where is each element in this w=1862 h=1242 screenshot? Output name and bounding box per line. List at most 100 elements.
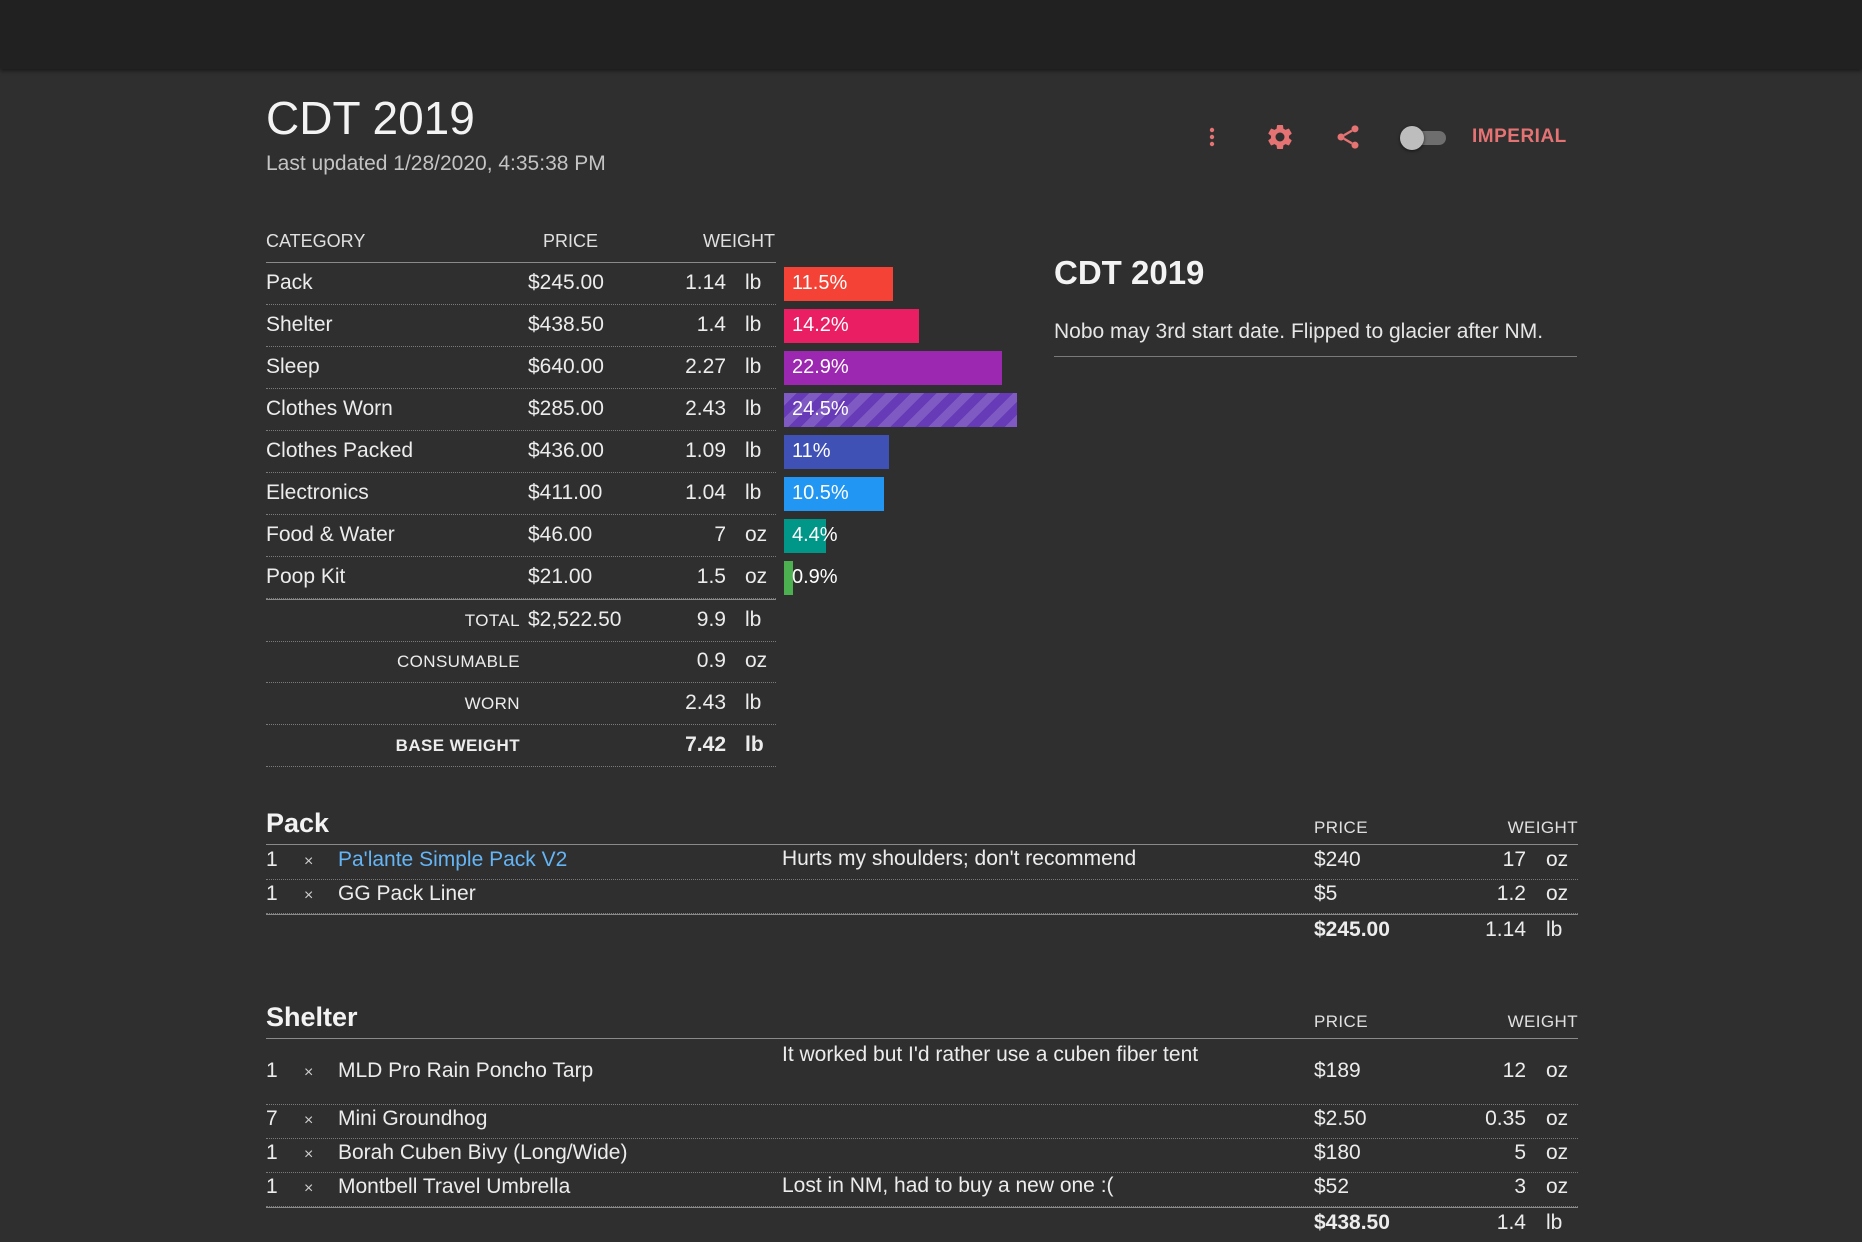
- item-weight[interactable]: 5: [1514, 1141, 1526, 1165]
- item-price[interactable]: $52: [1314, 1175, 1349, 1199]
- weight-column-header: WEIGHT: [1507, 818, 1578, 837]
- item-note[interactable]: Lost in NM, had to buy a new one :(: [782, 1170, 1212, 1202]
- total-unit: lb: [745, 733, 764, 756]
- item-row[interactable]: 1 × Borah Cuben Bivy (Long/Wide) $180 5 oz: [266, 1139, 1578, 1173]
- item-unit[interactable]: oz: [1546, 848, 1568, 872]
- summary-total-row: TOTAL $2,522.50 9.9 lb: [266, 599, 776, 642]
- item-row[interactable]: 1 × GG Pack Liner $5 1.2 oz: [266, 880, 1578, 914]
- section-total-weight: 1.4: [1496, 1211, 1526, 1234]
- price-column-header: PRICE: [1314, 1012, 1368, 1031]
- item-row[interactable]: 1 × MLD Pro Rain Poncho Tarp It worked but …: [266, 1040, 1578, 1105]
- category-weight: 1.4: [696, 313, 726, 336]
- section-title[interactable]: Shelter: [266, 1002, 358, 1033]
- share-button[interactable]: [1326, 115, 1370, 159]
- item-quantity[interactable]: 1: [266, 1141, 278, 1165]
- percent-label: 14.2%: [792, 314, 849, 336]
- item-price[interactable]: $189: [1314, 1059, 1361, 1083]
- multiply-icon: ×: [304, 1064, 314, 1081]
- percent-label: 4.4%: [792, 524, 838, 546]
- item-unit[interactable]: oz: [1546, 1107, 1568, 1131]
- section-header: Shelter PRICE WEIGHT: [266, 998, 1578, 1039]
- item-weight[interactable]: 3: [1514, 1175, 1526, 1199]
- last-updated: Last updated 1/28/2020, 4:35:38 PM: [266, 152, 606, 175]
- price-column-header: PRICE: [1314, 818, 1368, 837]
- item-quantity[interactable]: 1: [266, 1059, 278, 1083]
- category-name: Shelter: [266, 313, 333, 336]
- units-toggle[interactable]: [1400, 126, 1448, 150]
- total-weight: 7.42: [685, 733, 726, 756]
- summary-row[interactable]: Clothes Worn $285.00 2.43 lb 24.5%: [266, 389, 1017, 431]
- category-weight: 7: [714, 523, 726, 546]
- section-header: Pack PRICE WEIGHT: [266, 804, 1578, 845]
- item-price[interactable]: $240: [1314, 848, 1361, 872]
- item-quantity[interactable]: 1: [266, 1175, 278, 1199]
- item-weight[interactable]: 1.2: [1497, 882, 1526, 906]
- summary-row[interactable]: Electronics $411.00 1.04 lb 10.5%: [266, 473, 884, 515]
- category-name: Sleep: [266, 355, 320, 378]
- item-row[interactable]: 1 × Montbell Travel Umbrella Lost in NM, ha…: [266, 1173, 1578, 1207]
- item-quantity[interactable]: 7: [266, 1107, 278, 1131]
- weight-column-header: WEIGHT: [1507, 1012, 1578, 1031]
- multiply-icon: ×: [304, 853, 314, 870]
- item-name[interactable]: Mini Groundhog: [338, 1107, 487, 1131]
- item-price[interactable]: $2.50: [1314, 1107, 1367, 1131]
- summary-row[interactable]: Poop Kit $21.00 1.5 oz 0.9%: [266, 557, 838, 599]
- total-price: $2,522.50: [528, 608, 622, 631]
- category-name: Poop Kit: [266, 565, 346, 588]
- section-total: $438.50 1.4 lb: [266, 1207, 1578, 1242]
- item-price[interactable]: $5: [1314, 882, 1337, 906]
- section-total-weight: 1.14: [1485, 918, 1526, 941]
- summary-row[interactable]: Food & Water $46.00 7 oz 4.4%: [266, 515, 838, 557]
- item-weight[interactable]: 0.35: [1485, 1107, 1526, 1131]
- units-label[interactable]: IMPERIAL: [1472, 126, 1567, 148]
- item-name[interactable]: Montbell Travel Umbrella: [338, 1175, 570, 1199]
- item-unit[interactable]: oz: [1546, 882, 1568, 906]
- item-name[interactable]: Pa'lante Simple Pack V2: [338, 848, 567, 872]
- multiply-icon: ×: [304, 887, 314, 904]
- app-bar: [0, 0, 1862, 69]
- item-note[interactable]: It worked but I'd rather use a cuben fib…: [782, 1039, 1212, 1071]
- category-name: Food & Water: [266, 523, 395, 546]
- more-button[interactable]: [1190, 115, 1234, 159]
- category-unit: oz: [745, 565, 768, 588]
- item-name[interactable]: Borah Cuben Bivy (Long/Wide): [338, 1141, 627, 1165]
- percent-label: 11.5%: [792, 272, 848, 294]
- description-text[interactable]: Nobo may 3rd start date. Flipped to glac…: [1054, 320, 1577, 357]
- percent-label: 24.5%: [792, 398, 849, 420]
- summary-row[interactable]: Pack $245.00 1.14 lb 11.5%: [266, 263, 894, 305]
- summary-row[interactable]: Shelter $438.50 1.4 lb 14.2%: [266, 305, 919, 347]
- settings-button[interactable]: [1258, 115, 1302, 159]
- section-title[interactable]: Pack: [266, 808, 329, 839]
- category-price: $436.00: [528, 439, 604, 462]
- category-name: Clothes Packed: [266, 439, 414, 462]
- item-note[interactable]: Hurts my shoulders; don't recommend: [782, 843, 1212, 875]
- item-quantity[interactable]: 1: [266, 848, 278, 872]
- total-unit: lb: [745, 691, 762, 714]
- summary-row[interactable]: Clothes Packed $436.00 1.09 lb 11%: [266, 431, 889, 473]
- item-name[interactable]: MLD Pro Rain Poncho Tarp: [338, 1059, 593, 1083]
- item-quantity[interactable]: 1: [266, 882, 278, 906]
- percent-label: 10.5%: [792, 482, 849, 504]
- item-unit[interactable]: oz: [1546, 1175, 1568, 1199]
- category-weight: 1.14: [685, 271, 726, 294]
- total-label: WORN: [464, 694, 520, 713]
- category-column-header: CATEGORY: [266, 231, 366, 251]
- item-price[interactable]: $180: [1314, 1141, 1361, 1165]
- percent-label: 0.9%: [792, 566, 838, 588]
- section-total-price: $438.50: [1314, 1211, 1390, 1234]
- category-unit: lb: [745, 397, 762, 420]
- summary-row[interactable]: Sleep $640.00 2.27 lb 22.9%: [266, 347, 1002, 389]
- percent-label: 11%: [792, 440, 831, 462]
- category-price: $411.00: [528, 481, 603, 504]
- item-weight[interactable]: 17: [1503, 848, 1526, 872]
- item-unit[interactable]: oz: [1546, 1059, 1568, 1083]
- item-unit[interactable]: oz: [1546, 1141, 1568, 1165]
- total-label: TOTAL: [464, 611, 520, 630]
- item-row[interactable]: 7 × Mini Groundhog $2.50 0.35 oz: [266, 1105, 1578, 1139]
- category-unit: lb: [745, 271, 762, 294]
- item-weight[interactable]: 12: [1503, 1059, 1526, 1083]
- section-total-price: $245.00: [1314, 918, 1390, 941]
- item-row[interactable]: 1 × Pa'lante Simple Pack V2 Hurts my should…: [266, 846, 1578, 880]
- total-weight: 0.9: [696, 649, 726, 672]
- item-name[interactable]: GG Pack Liner: [338, 882, 476, 906]
